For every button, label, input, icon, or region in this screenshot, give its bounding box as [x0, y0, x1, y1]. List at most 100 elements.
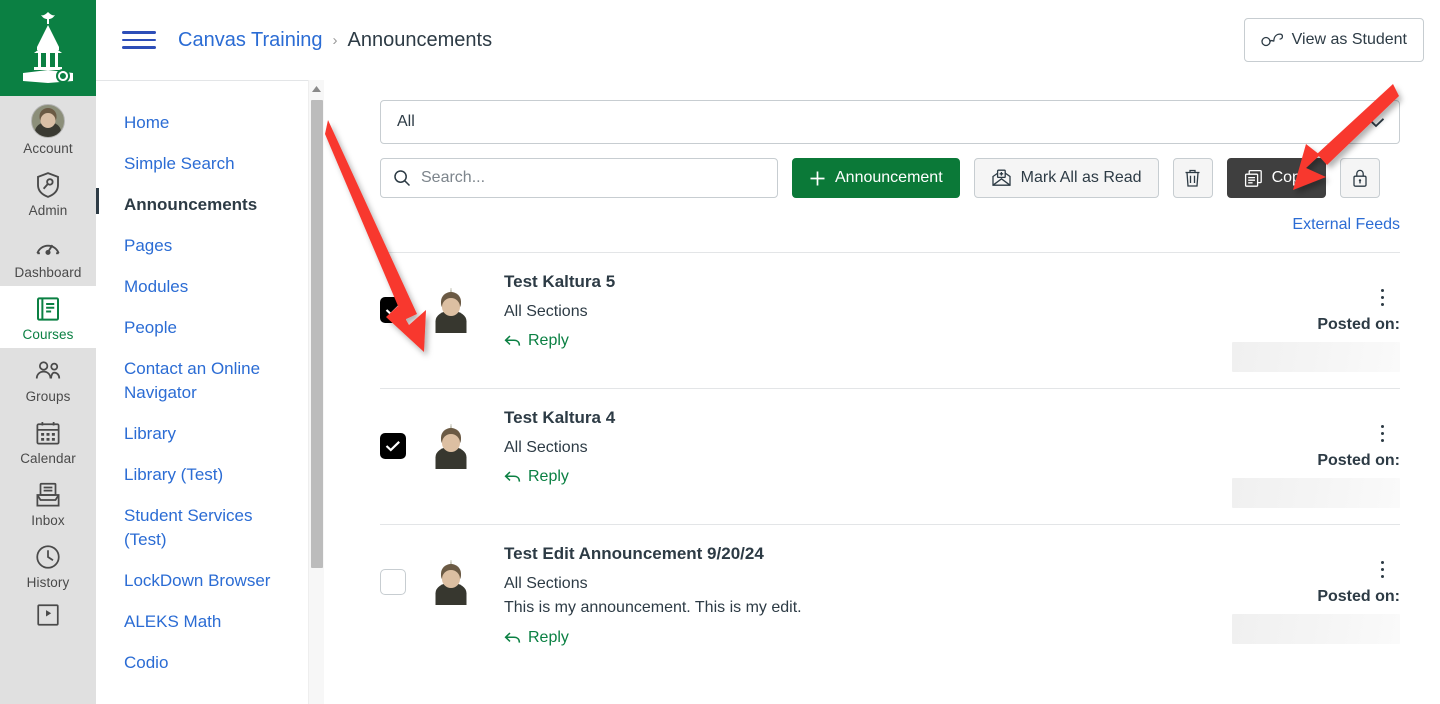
- plus-icon: [809, 170, 826, 187]
- announcement-checkbox[interactable]: [380, 297, 406, 323]
- glasses-icon: [1261, 33, 1283, 47]
- announcement-main: Test Edit Announcement 9/20/24 All Secti…: [504, 543, 1224, 650]
- search-icon: [393, 169, 411, 187]
- breadcrumb-course-link[interactable]: Canvas Training: [178, 29, 323, 52]
- course-nav-item-announcements[interactable]: Announcements: [96, 184, 292, 225]
- lock-icon: [1351, 168, 1369, 188]
- reply-label: Reply: [528, 468, 569, 485]
- university-steeple-logo[interactable]: [0, 0, 96, 96]
- course-nav-item-library-test[interactable]: Library (Test): [124, 454, 292, 495]
- global-nav-label: Admin: [28, 203, 68, 218]
- course-nav-scrollbar[interactable]: [308, 80, 324, 704]
- reply-label: Reply: [528, 332, 569, 349]
- chevron-down-icon: [1367, 117, 1385, 128]
- studio-video-icon: [33, 604, 63, 634]
- reply-arrow-icon: [504, 470, 521, 484]
- scrollbar-thumb[interactable]: [311, 100, 323, 568]
- scroll-up-arrow-icon[interactable]: [309, 80, 324, 98]
- course-nav-item-simple-search[interactable]: Simple Search: [124, 143, 292, 184]
- more-options-kebab-icon[interactable]: [1373, 285, 1393, 311]
- more-options-kebab-icon[interactable]: [1373, 421, 1393, 447]
- delete-button[interactable]: [1172, 158, 1213, 198]
- mark-all-as-read-label: Mark All as Read: [1020, 169, 1142, 186]
- envelope-plus-icon: [991, 169, 1012, 187]
- course-nav-top-divider: [96, 80, 308, 81]
- announcements-content: All Search... Announcement Mark All as R…: [324, 80, 1440, 704]
- inbox-tray-icon: [33, 480, 63, 510]
- global-nav-item-inbox[interactable]: Inbox: [0, 472, 96, 534]
- clock-icon: [33, 542, 63, 572]
- course-nav-item-lockdown-browser[interactable]: LockDown Browser: [124, 560, 292, 601]
- reply-link[interactable]: Reply: [504, 332, 569, 350]
- add-announcement-label: Announcement: [835, 169, 943, 186]
- global-nav-item-history[interactable]: History: [0, 534, 96, 596]
- reply-link[interactable]: Reply: [504, 468, 569, 486]
- add-announcement-button[interactable]: Announcement: [792, 158, 960, 198]
- global-nav-item-dashboard[interactable]: Dashboard: [0, 224, 96, 286]
- reply-arrow-icon: [504, 334, 521, 348]
- global-nav-item-account[interactable]: Account: [0, 96, 96, 162]
- copy-label: Copy: [1271, 169, 1309, 186]
- global-nav-label: Groups: [25, 389, 71, 404]
- reply-label: Reply: [528, 629, 569, 646]
- announcement-filter-select[interactable]: All: [380, 100, 1400, 144]
- search-input[interactable]: [421, 169, 765, 187]
- breadcrumb: Canvas Training › Announcements: [178, 29, 492, 52]
- announcement-main: Test Kaltura 5 All Sections Reply: [504, 271, 1224, 353]
- table-row[interactable]: Test Kaltura 4 All Sections Reply Posted…: [380, 388, 1400, 524]
- announcement-title[interactable]: Test Kaltura 4: [504, 407, 1204, 429]
- mark-all-as-read-button[interactable]: Mark All as Read: [973, 158, 1159, 198]
- announcement-meta: Posted on:: [1224, 407, 1400, 508]
- announcement-list: Test Kaltura 5 All Sections Reply Posted…: [380, 252, 1400, 666]
- posted-on-value-redacted: [1232, 478, 1400, 508]
- announcement-avatar-cell: [442, 407, 504, 452]
- avatar: [442, 560, 460, 588]
- body-split: Home Simple Search Announcements Pages M…: [96, 80, 1440, 704]
- course-nav-item-student-services-test[interactable]: Student Services (Test): [124, 495, 292, 560]
- posted-on-value-redacted: [1232, 614, 1400, 644]
- course-nav-item-people[interactable]: People: [124, 307, 292, 348]
- posted-on-label: Posted on:: [1317, 452, 1400, 469]
- course-nav-item-library[interactable]: Library: [124, 413, 292, 454]
- global-nav-label: Inbox: [31, 513, 65, 528]
- announcement-title[interactable]: Test Kaltura 5: [504, 271, 1204, 293]
- announcement-avatar-cell: [442, 543, 504, 588]
- announcement-checkbox[interactable]: [380, 569, 406, 595]
- table-row[interactable]: Test Edit Announcement 9/20/24 All Secti…: [380, 524, 1400, 666]
- announcements-toolbar: Announcement Mark All as Read: [380, 158, 1400, 198]
- lock-button[interactable]: [1339, 158, 1380, 198]
- global-nav-item-courses[interactable]: Courses: [0, 286, 96, 348]
- announcement-sections: All Sections: [504, 439, 588, 456]
- course-nav-item-modules[interactable]: Modules: [124, 266, 292, 307]
- course-nav-item-home[interactable]: Home: [124, 102, 292, 143]
- calendar-icon: [33, 418, 63, 448]
- external-feeds-link[interactable]: External Feeds: [380, 216, 1400, 234]
- announcement-meta: Posted on:: [1224, 271, 1400, 372]
- book-icon: [33, 294, 63, 324]
- global-nav-item-calendar[interactable]: Calendar: [0, 410, 96, 472]
- global-nav-item-admin[interactable]: Admin: [0, 162, 96, 224]
- global-nav-item-groups[interactable]: Groups: [0, 348, 96, 410]
- course-nav-item-aleks-math[interactable]: ALEKS Math: [124, 601, 292, 642]
- course-nav-item-pages[interactable]: Pages: [124, 225, 292, 266]
- course-nav-item-codio[interactable]: Codio: [124, 642, 292, 683]
- reply-link[interactable]: Reply: [504, 629, 569, 647]
- announcement-title[interactable]: Test Edit Announcement 9/20/24: [504, 543, 1204, 565]
- announcement-main: Test Kaltura 4 All Sections Reply: [504, 407, 1224, 489]
- course-nav-item-contact-navigator[interactable]: Contact an Online Navigator: [124, 348, 292, 413]
- announcement-checkbox[interactable]: [380, 433, 406, 459]
- global-nav-label: Dashboard: [14, 265, 82, 280]
- view-as-student-button[interactable]: View as Student: [1243, 18, 1424, 62]
- table-row[interactable]: Test Kaltura 5 All Sections Reply Posted…: [380, 252, 1400, 388]
- main-column: Canvas Training › Announcements View as …: [96, 0, 1440, 704]
- global-nav-label: History: [26, 575, 70, 590]
- more-options-kebab-icon[interactable]: [1373, 557, 1393, 583]
- global-nav-item-studio[interactable]: [0, 596, 96, 640]
- hamburger-menu-icon[interactable]: [122, 23, 156, 57]
- copy-button[interactable]: Copy: [1226, 158, 1326, 198]
- breadcrumb-current: Announcements: [347, 28, 493, 51]
- avatar: [442, 424, 460, 452]
- search-field-wrapper[interactable]: [380, 158, 778, 198]
- canvas-announcements-page: Account Admin Dashboard Courses Groups C…: [0, 0, 1440, 704]
- announcement-sections: All Sections: [504, 575, 588, 592]
